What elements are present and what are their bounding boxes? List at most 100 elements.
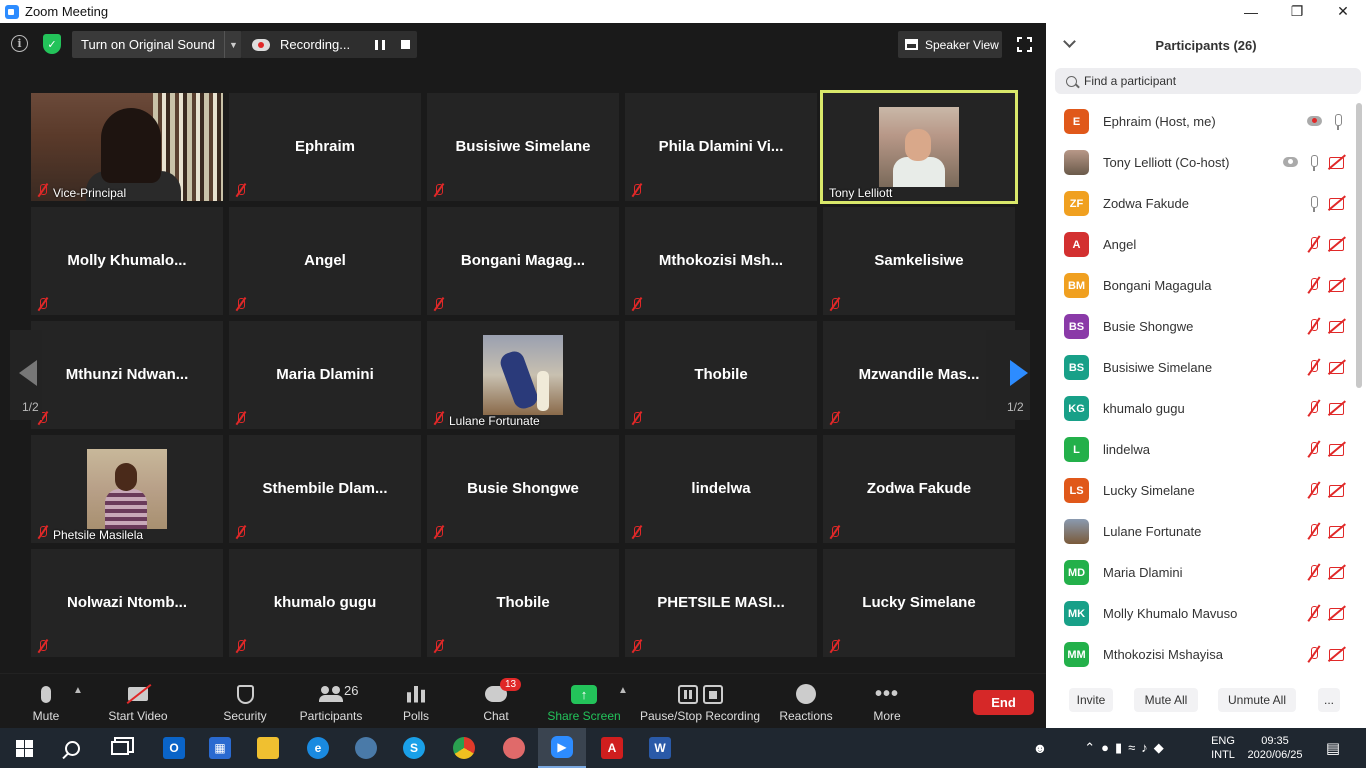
participant-row[interactable]: MD Maria Dlamini bbox=[1046, 552, 1356, 593]
participant-name: Molly Khumalo Mavuso bbox=[1103, 606, 1238, 621]
muted-mic-icon bbox=[432, 297, 446, 311]
participant-search-input[interactable] bbox=[1084, 74, 1344, 88]
video-tile[interactable]: Sthembile Dlam... bbox=[229, 435, 421, 543]
mute-all-button[interactable]: Mute All bbox=[1134, 688, 1198, 712]
clock[interactable]: 09:35 2020/06/25 bbox=[1244, 728, 1306, 768]
video-tile[interactable]: Zodwa Fakude bbox=[823, 435, 1015, 543]
participant-row[interactable]: MM Mthokozisi Mshayisa bbox=[1046, 634, 1356, 675]
tile-participant-name: PHETSILE MASI... bbox=[657, 594, 785, 611]
more-button[interactable]: ••• More bbox=[866, 674, 908, 729]
notifications-icon[interactable]: ▤ bbox=[1316, 728, 1350, 768]
audio-options-caret-icon[interactable]: ▲ bbox=[73, 685, 83, 696]
outlook-taskbar-button[interactable]: O bbox=[150, 728, 198, 768]
chrome-taskbar-button[interactable] bbox=[440, 728, 488, 768]
mute-button[interactable]: Mute bbox=[26, 674, 66, 729]
zoom-taskbar-button[interactable]: ▶ bbox=[538, 728, 586, 768]
acrobat-taskbar-button[interactable]: A bbox=[588, 728, 636, 768]
tile-participant-name: Mthunzi Ndwan... bbox=[65, 366, 189, 383]
file-explorer-taskbar-button[interactable] bbox=[244, 728, 292, 768]
participant-row[interactable]: A Angel bbox=[1046, 224, 1356, 265]
security-button[interactable]: Security bbox=[222, 674, 268, 729]
start-video-button[interactable]: Start Video bbox=[106, 674, 170, 729]
video-tile[interactable]: Bongani Magag... bbox=[427, 207, 619, 315]
video-tile[interactable]: Ephraim bbox=[229, 93, 421, 201]
more-options-button[interactable]: ... bbox=[1318, 688, 1340, 712]
close-button[interactable]: ✕ bbox=[1320, 0, 1366, 23]
participants-scrollbar[interactable] bbox=[1356, 103, 1362, 388]
reactions-button[interactable]: Reactions bbox=[778, 674, 834, 729]
video-tile[interactable]: Busie Shongwe bbox=[427, 435, 619, 543]
restore-button[interactable]: ❐ bbox=[1274, 0, 1320, 23]
participant-name: Busie Shongwe bbox=[1103, 319, 1194, 334]
participant-row[interactable]: LS Lucky Simelane bbox=[1046, 470, 1356, 511]
video-tile[interactable]: Mthunzi Ndwan... bbox=[31, 321, 223, 429]
share-screen-button[interactable]: ↑ Share Screen bbox=[547, 674, 621, 729]
participant-row[interactable]: KG khumalo gugu bbox=[1046, 388, 1356, 429]
participant-search-box[interactable] bbox=[1055, 68, 1361, 94]
participant-row[interactable]: BS Busisiwe Simelane bbox=[1046, 347, 1356, 388]
participant-row[interactable]: Llindelwa bbox=[1046, 429, 1356, 470]
invite-button[interactable]: Invite bbox=[1069, 688, 1113, 712]
stop-recording-icon[interactable] bbox=[401, 40, 410, 49]
participant-row[interactable]: Tony Lelliott (Co-host) bbox=[1046, 142, 1356, 183]
video-tile[interactable]: PHETSILE MASI... bbox=[625, 549, 817, 657]
muted-mic-icon bbox=[36, 525, 50, 539]
edge-taskbar-button[interactable]: e bbox=[294, 728, 342, 768]
chevron-down-icon[interactable]: ▼ bbox=[223, 31, 242, 58]
task-view-button[interactable] bbox=[96, 728, 144, 768]
video-tile[interactable]: Lulane Fortunate bbox=[427, 321, 619, 429]
system-tray-icons[interactable]: ⌃●▮≈♪◆ bbox=[1062, 728, 1192, 768]
video-tile[interactable]: Molly Khumalo... bbox=[31, 207, 223, 315]
share-options-caret-icon[interactable]: ▲ bbox=[618, 685, 628, 696]
video-tile[interactable]: Phetsile Masilela bbox=[31, 435, 223, 543]
word-taskbar-button[interactable]: W bbox=[636, 728, 684, 768]
participant-row[interactable]: MK Molly Khumalo Mavuso bbox=[1046, 593, 1356, 634]
speaker-view-button[interactable]: Speaker View bbox=[898, 31, 1002, 58]
app-taskbar-button[interactable] bbox=[342, 728, 390, 768]
muted-mic-icon bbox=[432, 525, 446, 539]
participant-name: Tony Lelliott (Co-host) bbox=[1103, 155, 1230, 170]
original-sound-button[interactable]: Turn on Original Sound ▼ bbox=[72, 31, 242, 58]
participant-row[interactable]: ZF Zodwa Fakude bbox=[1046, 183, 1356, 224]
pause-stop-recording-button[interactable]: Pause/Stop Recording bbox=[640, 674, 760, 729]
video-tile[interactable]: Vice-Principal bbox=[31, 93, 223, 201]
video-tile[interactable]: Maria Dlamini bbox=[229, 321, 421, 429]
video-tile[interactable]: khumalo gugu bbox=[229, 549, 421, 657]
pause-recording-icon[interactable] bbox=[375, 39, 385, 50]
fullscreen-icon[interactable] bbox=[1016, 36, 1033, 53]
taskbar-search-button[interactable] bbox=[48, 728, 96, 768]
tile-participant-name: khumalo gugu bbox=[273, 594, 377, 611]
video-tile[interactable]: Nolwazi Ntomb... bbox=[31, 549, 223, 657]
snipping-taskbar-button[interactable] bbox=[490, 728, 538, 768]
store-taskbar-button[interactable]: ▦ bbox=[196, 728, 244, 768]
video-tile[interactable]: lindelwa bbox=[625, 435, 817, 543]
video-tile[interactable]: Lucky Simelane bbox=[823, 549, 1015, 657]
participant-row[interactable]: BS Busie Shongwe bbox=[1046, 306, 1356, 347]
avatar bbox=[1064, 519, 1089, 544]
video-tile[interactable]: Samkelisiwe bbox=[823, 207, 1015, 315]
video-tile[interactable]: Thobile bbox=[427, 549, 619, 657]
video-tile[interactable]: Busisiwe Simelane bbox=[427, 93, 619, 201]
tile-video-label: Vice-Principal bbox=[53, 186, 127, 200]
video-tile[interactable]: Phila Dlamini Vi... bbox=[625, 93, 817, 201]
video-tile[interactable]: Angel bbox=[229, 207, 421, 315]
shield-icon bbox=[236, 684, 254, 704]
language-indicator[interactable]: ENG INTL bbox=[1204, 728, 1242, 768]
participant-row[interactable]: BM Bongani Magagula bbox=[1046, 265, 1356, 306]
muted-mic-icon bbox=[432, 183, 446, 197]
unmute-all-button[interactable]: Unmute All bbox=[1218, 688, 1296, 712]
end-meeting-button[interactable]: End bbox=[973, 690, 1034, 715]
start-button[interactable] bbox=[0, 728, 48, 768]
polls-button[interactable]: Polls bbox=[396, 674, 436, 729]
skype-taskbar-button[interactable]: S bbox=[390, 728, 438, 768]
participant-row[interactable]: Lulane Fortunate bbox=[1046, 511, 1356, 552]
meeting-info-icon[interactable]: i bbox=[11, 35, 28, 52]
video-tile[interactable]: Thobile bbox=[625, 321, 817, 429]
minimize-button[interactable]: — bbox=[1228, 0, 1274, 23]
participant-row[interactable]: E Ephraim (Host, me) bbox=[1046, 101, 1356, 142]
share-screen-icon: ↑ bbox=[571, 684, 597, 704]
people-icon[interactable]: ☻ bbox=[1026, 728, 1054, 768]
video-tile[interactable]: Tony Lelliott bbox=[820, 90, 1018, 204]
encryption-shield-icon[interactable]: ✓ bbox=[43, 34, 61, 54]
video-tile[interactable]: Mthokozisi Msh... bbox=[625, 207, 817, 315]
